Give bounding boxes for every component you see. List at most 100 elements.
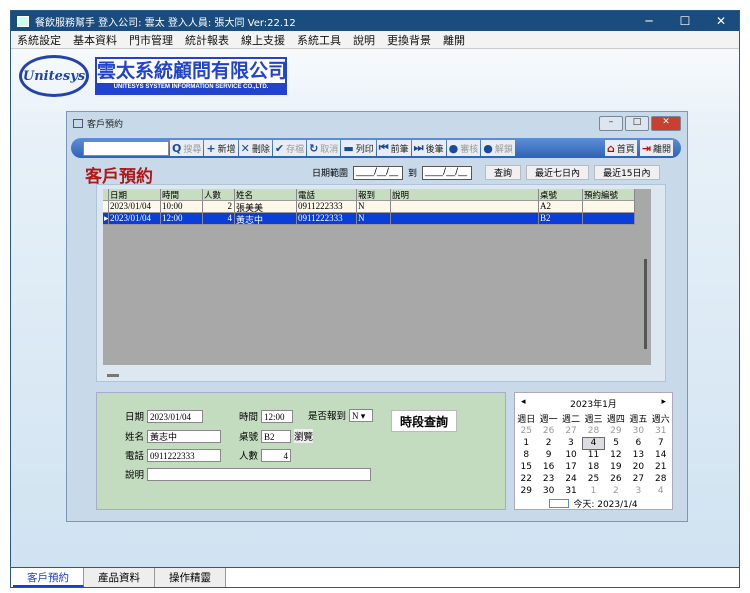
- phone-field[interactable]: 0911222333: [147, 448, 222, 462]
- prev-month-button[interactable]: ◂: [521, 397, 526, 410]
- calendar-day[interactable]: 9: [537, 449, 559, 461]
- menu-item[interactable]: 線上支援: [235, 32, 291, 48]
- child-maximize-button[interactable]: □: [625, 115, 649, 131]
- calendar-day[interactable]: 27: [560, 425, 582, 437]
- calendar-day[interactable]: 25: [582, 473, 604, 485]
- calendar-day[interactable]: 11: [582, 449, 604, 461]
- date-field[interactable]: 2023/01/04: [147, 409, 204, 423]
- calendar-day[interactable]: 12: [605, 449, 627, 461]
- calendar-day[interactable]: 15: [515, 461, 537, 473]
- last-15-days-button[interactable]: 最近15日內: [594, 165, 660, 180]
- last-7-days-button[interactable]: 最近七日內: [526, 165, 590, 180]
- menu-item[interactable]: 統計報表: [179, 32, 235, 48]
- date-from-input[interactable]: ____/__/__: [353, 165, 404, 180]
- calendar-day[interactable]: 26: [605, 473, 627, 485]
- toolbar-button-搜尋[interactable]: Q 搜尋: [170, 140, 204, 156]
- people-field[interactable]: 4: [261, 448, 292, 462]
- column-header[interactable]: 人數: [203, 189, 235, 201]
- horizontal-scrollbar[interactable]: [107, 374, 119, 377]
- calendar-day[interactable]: 21: [650, 461, 672, 473]
- child-minimize-button[interactable]: –: [599, 115, 623, 131]
- toolbar-button-存檔[interactable]: ✔ 存檔: [272, 140, 307, 156]
- column-header[interactable]: 電話: [297, 189, 357, 201]
- calendar-day[interactable]: 3: [560, 437, 582, 449]
- minimize-button[interactable]: ─: [631, 14, 667, 28]
- calendar-day[interactable]: 24: [560, 473, 582, 485]
- calendar-day[interactable]: 5: [605, 437, 627, 449]
- calendar-day[interactable]: 3: [627, 485, 649, 497]
- calendar-day[interactable]: 28: [650, 473, 672, 485]
- calendar-day[interactable]: 6: [627, 437, 649, 449]
- calendar-day[interactable]: 16: [537, 461, 559, 473]
- home-button[interactable]: ⌂ 首頁: [604, 140, 637, 156]
- calendar-day[interactable]: 18: [582, 461, 604, 473]
- tab-1[interactable]: 產品資料: [84, 568, 155, 587]
- next-month-button[interactable]: ▸: [661, 397, 666, 410]
- toolbar-button-取消[interactable]: ↻ 取消: [307, 140, 341, 156]
- tab-2[interactable]: 操作精靈: [155, 568, 226, 587]
- checkin-select[interactable]: N ▾: [349, 408, 374, 422]
- calendar-day[interactable]: 8: [515, 449, 537, 461]
- calendar-day[interactable]: 2: [605, 485, 627, 497]
- calendar-day[interactable]: 2: [537, 437, 559, 449]
- table-field[interactable]: B2: [261, 429, 292, 443]
- table-row[interactable]: 2023/01/04 10:00 2 張美美 0911222333 N A2: [103, 201, 651, 213]
- menu-item[interactable]: 系統設定: [11, 32, 67, 48]
- calendar-day[interactable]: 20: [627, 461, 649, 473]
- calendar-day[interactable]: 7: [650, 437, 672, 449]
- toolbar-button-後筆[interactable]: ⏭ 後筆: [411, 140, 446, 156]
- calendar-day[interactable]: 10: [560, 449, 582, 461]
- menu-item[interactable]: 基本資料: [67, 32, 123, 48]
- child-close-button[interactable]: ✕: [651, 115, 681, 131]
- column-header[interactable]: 說明: [391, 189, 539, 201]
- calendar-day[interactable]: 26: [537, 425, 559, 437]
- menu-item[interactable]: 離開: [437, 32, 471, 48]
- calendar-day[interactable]: 4: [650, 485, 672, 497]
- column-header[interactable]: 姓名: [235, 189, 297, 201]
- toolbar-button-前筆[interactable]: ⏮ 前筆: [376, 140, 411, 156]
- calendar-day[interactable]: 23: [537, 473, 559, 485]
- toolbar-button-刪除[interactable]: ✕ 刪除: [238, 140, 272, 156]
- calendar-day[interactable]: 13: [627, 449, 649, 461]
- calendar-day[interactable]: 30: [537, 485, 559, 497]
- column-header[interactable]: 預約編號: [583, 189, 635, 201]
- calendar-day[interactable]: 27: [627, 473, 649, 485]
- calendar-day[interactable]: 1: [515, 437, 537, 449]
- note-field[interactable]: [147, 467, 372, 481]
- menu-item[interactable]: 門市管理: [123, 32, 179, 48]
- date-to-input[interactable]: ____/__/__: [422, 165, 473, 180]
- column-header[interactable]: 時間: [161, 189, 203, 201]
- calendar-day[interactable]: 19: [605, 461, 627, 473]
- tab-0[interactable]: 客戶預約: [13, 568, 84, 587]
- calendar-day[interactable]: 31: [650, 425, 672, 437]
- calendar-day[interactable]: 31: [560, 485, 582, 497]
- column-header[interactable]: 桌號: [539, 189, 583, 201]
- toolbar-button-解鎖[interactable]: ● 解鎖: [481, 140, 515, 156]
- toolbar-button-新增[interactable]: + 新增: [204, 140, 238, 156]
- menu-item[interactable]: 說明: [347, 32, 381, 48]
- calendar-day[interactable]: 14: [650, 449, 672, 461]
- vertical-scrollbar[interactable]: [644, 259, 647, 349]
- menu-item[interactable]: 系統工具: [291, 32, 347, 48]
- time-slot-query-button[interactable]: 時段查詢: [391, 410, 458, 432]
- calendar-day[interactable]: 25: [515, 425, 537, 437]
- table-row[interactable]: ▸ 2023/01/04 12:00 4 黃志中 0911222333 N B2: [103, 213, 651, 225]
- calendar-day[interactable]: 1: [582, 485, 604, 497]
- menu-item[interactable]: 更換背景: [381, 32, 437, 48]
- reservation-grid[interactable]: 日期 時間 人數 姓名 電話 報到 說明 桌號 預約編號 2023/01/04 10:00 2 張美美…: [103, 189, 651, 365]
- calendar-day[interactable]: 29: [605, 425, 627, 437]
- search-input[interactable]: [83, 140, 169, 156]
- time-field[interactable]: 12:00: [261, 409, 294, 423]
- calendar-day[interactable]: 22: [515, 473, 537, 485]
- toolbar-button-審核[interactable]: ● 審核: [446, 140, 481, 156]
- today-link[interactable]: 今天: 2023/1/4: [573, 497, 637, 510]
- calendar-day[interactable]: 4: [581, 436, 606, 450]
- close-button[interactable]: ✕: [703, 14, 739, 28]
- column-header[interactable]: 日期: [109, 189, 161, 201]
- browse-button[interactable]: 瀏覽: [294, 429, 314, 443]
- calendar-day[interactable]: 28: [582, 425, 604, 437]
- maximize-button[interactable]: ☐: [667, 14, 703, 28]
- name-field[interactable]: 黃志中: [147, 429, 222, 443]
- query-button[interactable]: 查詢: [485, 165, 522, 180]
- calendar-day[interactable]: 29: [515, 485, 537, 497]
